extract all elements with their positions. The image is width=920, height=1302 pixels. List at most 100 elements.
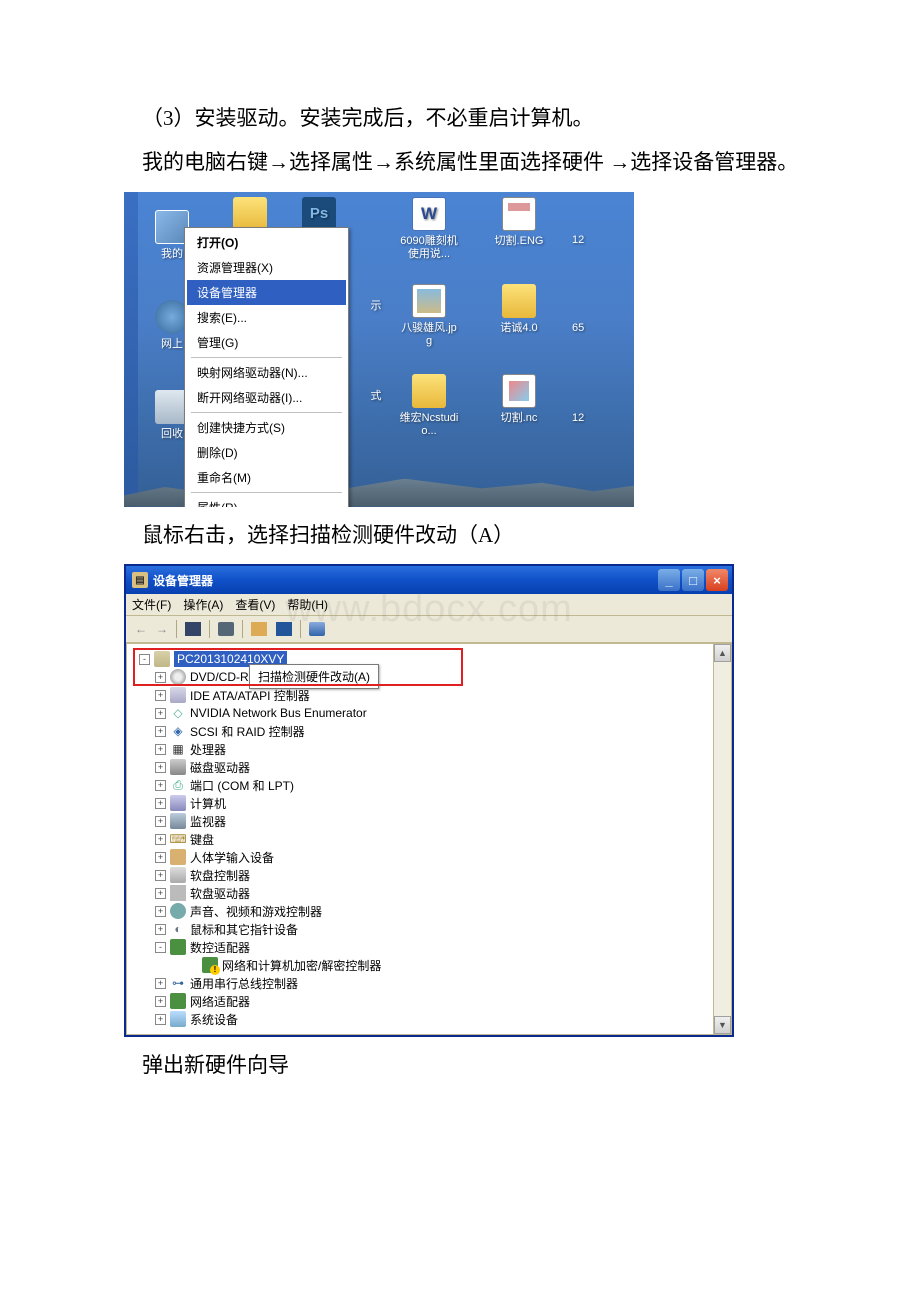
tree-node[interactable]: +磁盘驱动器 [131, 758, 709, 776]
tree-node[interactable]: +▦处理器 [131, 740, 709, 758]
tree-node[interactable]: +⊶通用串行总线控制器 [131, 974, 709, 992]
collapse-icon[interactable]: - [139, 654, 150, 665]
scan-menu-item[interactable]: 扫描检测硬件改动(A) [258, 670, 370, 684]
expand-icon[interactable]: + [155, 888, 166, 899]
device-icon: ◈ [170, 723, 186, 739]
expand-icon[interactable]: + [155, 978, 166, 989]
scrollbar[interactable]: ▲ ▼ [713, 644, 731, 1034]
menu-view[interactable]: 查看(V) [235, 596, 275, 613]
device-label: DVD/CD-R [190, 670, 249, 684]
expand-icon[interactable]: + [155, 906, 166, 917]
minimize-button[interactable]: _ [658, 569, 680, 591]
tree-node[interactable]: +◇NVIDIA Network Bus Enumerator [131, 704, 709, 722]
device-label: NVIDIA Network Bus Enumerator [190, 706, 367, 720]
jpg-icon[interactable]: 八骏雄风.jpg [399, 284, 459, 348]
device-label: 声音、视频和游戏控制器 [190, 903, 322, 920]
tree-node[interactable]: +系统设备 [131, 1010, 709, 1028]
device-tree[interactable]: - PC2013102410XVY 扫描检测硬件改动(A) +DVD/CD-R+… [127, 644, 713, 1034]
tree-node[interactable]: +⎙端口 (COM 和 LPT) [131, 776, 709, 794]
tree-node[interactable]: +◐鼠标和其它指针设备 [131, 920, 709, 938]
expand-icon[interactable]: + [155, 672, 166, 683]
menu-separator [191, 412, 342, 413]
menu-item[interactable]: 资源管理器(X) [187, 255, 346, 280]
menu-item[interactable]: 属性(R) [187, 495, 346, 507]
expand-icon[interactable]: + [155, 798, 166, 809]
device-label: 鼠标和其它指针设备 [190, 921, 298, 938]
scan-context-menu[interactable]: 扫描检测硬件改动(A) [249, 664, 379, 689]
expand-icon[interactable]: + [155, 834, 166, 845]
expand-icon[interactable]: + [155, 870, 166, 881]
word-icon: W [412, 197, 446, 231]
expand-icon[interactable]: + [155, 762, 166, 773]
menu-action[interactable]: 操作(A) [183, 596, 223, 613]
tree-node[interactable]: 网络和计算机加密/解密控制器 [131, 956, 709, 974]
menu-separator [191, 492, 342, 493]
menu-item[interactable]: 打开(O) [187, 230, 346, 255]
tree-node[interactable]: +计算机 [131, 794, 709, 812]
nc-file-icon[interactable]: 切割.nc [489, 374, 549, 425]
tool-print-icon[interactable] [215, 619, 237, 639]
word-doc-icon[interactable]: W 6090雕刻机使用说... [399, 197, 459, 261]
tree-node[interactable]: + 软盘控制器 [131, 866, 709, 884]
tree-node[interactable]: +IDE ATA/ATAPI 控制器 [131, 686, 709, 704]
back-button[interactable]: ← [132, 620, 150, 638]
tool-tree-icon[interactable] [182, 619, 204, 639]
menu-item[interactable]: 重命名(M) [187, 465, 346, 490]
device-icon [170, 867, 186, 883]
tree-node[interactable]: +人体学输入设备 [131, 848, 709, 866]
expand-icon[interactable]: + [155, 996, 166, 1007]
expand-icon[interactable]: + [155, 1014, 166, 1025]
expand-icon[interactable]: + [155, 708, 166, 719]
num-3: 12 [572, 412, 602, 425]
menu-item[interactable]: 管理(G) [187, 330, 346, 355]
tree-node[interactable]: +网络适配器 [131, 992, 709, 1010]
tree-node[interactable]: + 声音、视频和游戏控制器 [131, 902, 709, 920]
expand-icon[interactable]: + [155, 924, 166, 935]
menu-separator [191, 357, 342, 358]
scroll-up-button[interactable]: ▲ [714, 644, 731, 662]
paragraph-2: 我的电脑右键→选择属性→系统属性里面选择硬件 →选择设备管理器。 [100, 144, 820, 182]
expand-icon[interactable]: + [155, 852, 166, 863]
tree-node[interactable]: +◈SCSI 和 RAID 控制器 [131, 722, 709, 740]
menu-file[interactable]: 文件(F) [132, 596, 171, 613]
tree-node[interactable]: -数控适配器 [131, 938, 709, 956]
tool-prop-icon[interactable] [248, 619, 270, 639]
computer-icon [154, 651, 170, 667]
tree-node[interactable]: +监视器 [131, 812, 709, 830]
device-icon: ⌨ [170, 831, 186, 847]
menu-item[interactable]: 创建快捷方式(S) [187, 415, 346, 440]
tree-root[interactable]: - PC2013102410XVY [131, 650, 709, 668]
menu-help[interactable]: 帮助(H) [287, 596, 328, 613]
expand-icon[interactable]: + [155, 690, 166, 701]
titlebar[interactable]: ▤ 设备管理器 _ □ × [126, 566, 732, 594]
maximize-button[interactable]: □ [682, 569, 704, 591]
menubar: 文件(F) 操作(A) 查看(V) 帮助(H) [126, 594, 732, 616]
menu-item[interactable]: 搜索(E)... [187, 305, 346, 330]
menu-item[interactable]: 设备管理器 [187, 280, 346, 305]
window-title: 设备管理器 [153, 572, 213, 589]
tool-scan-icon[interactable] [273, 619, 295, 639]
expand-icon[interactable]: + [155, 816, 166, 827]
folder-wh-icon[interactable]: 维宏Ncstudio... [399, 374, 459, 438]
menu-item[interactable]: 映射网络驱动器(N)... [187, 360, 346, 385]
paragraph-4: 弹出新硬件向导 [100, 1047, 820, 1085]
scroll-down-button[interactable]: ▼ [714, 1016, 731, 1034]
menu-item[interactable]: 删除(D) [187, 440, 346, 465]
expand-icon[interactable]: + [155, 744, 166, 755]
folder-nc-icon[interactable]: 诺诚4.0 [489, 284, 549, 335]
tool-pc-icon[interactable] [306, 619, 328, 639]
forward-button[interactable]: → [153, 620, 171, 638]
menu-item[interactable]: 断开网络驱动器(I)... [187, 385, 346, 410]
tree-node[interactable]: +软盘驱动器 [131, 884, 709, 902]
device-label: 软盘控制器 [190, 867, 250, 884]
device-icon [202, 957, 218, 973]
expand-icon[interactable]: + [155, 780, 166, 791]
tree-node[interactable]: + DVD/CD-R [131, 668, 709, 686]
eng-file-icon[interactable]: 切割.ENG [489, 197, 549, 248]
device-icon [170, 993, 186, 1009]
context-menu: 打开(O)资源管理器(X)设备管理器搜索(E)...管理(G) 映射网络驱动器(N… [184, 227, 349, 507]
tree-node[interactable]: +⌨键盘 [131, 830, 709, 848]
collapse-icon[interactable]: - [155, 942, 166, 953]
close-button[interactable]: × [706, 569, 728, 591]
expand-icon[interactable]: + [155, 726, 166, 737]
